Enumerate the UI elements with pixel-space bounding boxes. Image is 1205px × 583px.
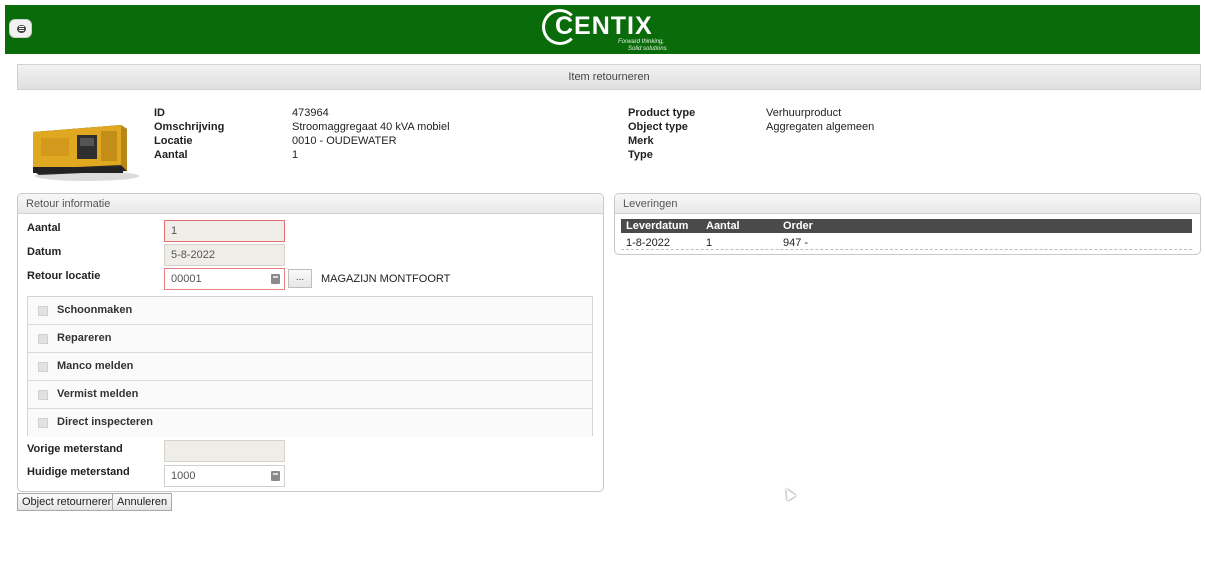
- option-label: Vermist melden: [57, 388, 139, 400]
- brand-label: Merk: [628, 135, 654, 147]
- option-schoonmaken[interactable]: Schoonmaken: [28, 297, 592, 325]
- annuleren-button[interactable]: Annuleren: [112, 493, 173, 511]
- logo-tagline: Forward thinking,: [618, 39, 665, 45]
- object-type-label: Object type: [628, 121, 688, 133]
- option-label: Direct inspecteren: [57, 416, 153, 428]
- locatie-lookup-button[interactable]: ...: [288, 269, 312, 288]
- product-type-label: Product type: [628, 107, 696, 119]
- table-cell-leverdatum: 1-8-2022: [626, 237, 671, 249]
- vorige-meterstand-label: Vorige meterstand: [27, 443, 123, 455]
- retour-locatie-name: MAGAZIJN MONTFOORT: [321, 273, 451, 285]
- option-vermist-melden[interactable]: Vermist melden: [28, 381, 592, 409]
- item-description-value: Stroomaggregaat 40 kVA mobiel: [292, 121, 450, 133]
- column-header[interactable]: Leverdatum: [626, 220, 688, 232]
- option-manco-melden[interactable]: Manco melden: [28, 353, 592, 381]
- top-bar: CENTIX Forward thinking, Solid solutions: [5, 5, 1200, 54]
- column-header[interactable]: Order: [783, 220, 813, 232]
- option-direct-inspecteren[interactable]: Direct inspecteren: [28, 409, 592, 437]
- options-list: Schoonmaken Repareren Manco melden Vermi…: [27, 296, 593, 437]
- page-title: Item retourneren: [17, 64, 1201, 90]
- type-label: Type: [628, 149, 653, 161]
- option-label: Schoonmaken: [57, 304, 133, 316]
- item-location-value: 0010 - OUDEWATER: [292, 135, 397, 147]
- huidige-meterstand-value: 1000: [171, 470, 196, 482]
- option-label: Repareren: [57, 332, 112, 344]
- product-type-value: Verhuurproduct: [766, 107, 842, 119]
- retour-panel-title: Retour informatie: [18, 194, 603, 214]
- item-quantity-value: 1: [292, 149, 299, 161]
- huidige-meterstand-field[interactable]: 1000: [164, 465, 285, 487]
- vorige-meterstand-field: [164, 440, 285, 462]
- checkbox[interactable]: [38, 306, 48, 316]
- option-label: Manco melden: [57, 360, 134, 372]
- table-cell-aantal: 1: [706, 237, 713, 249]
- leveringen-table-header: Leverdatum Aantal Order: [621, 219, 1192, 233]
- calculator-icon[interactable]: [271, 274, 280, 284]
- option-repareren[interactable]: Repareren: [28, 325, 592, 353]
- retour-locatie-field[interactable]: 00001: [164, 268, 285, 290]
- huidige-meterstand-label: Huidige meterstand: [27, 466, 130, 478]
- table-row-divider: [621, 249, 1192, 250]
- checkbox[interactable]: [38, 418, 48, 428]
- table-cell-order: 947 -: [783, 237, 809, 249]
- datum-field[interactable]: 5-8-2022: [164, 244, 285, 266]
- menu-icon[interactable]: [9, 19, 32, 38]
- checkbox[interactable]: [38, 390, 48, 400]
- generator-image: [17, 105, 141, 188]
- centix-logo: CENTIX Forward thinking, Solid solutions: [542, 9, 682, 52]
- calculator-icon[interactable]: [271, 471, 280, 481]
- datum-label: Datum: [27, 246, 62, 258]
- mouse-cursor-icon: [781, 486, 797, 501]
- aantal-label: Aantal: [27, 222, 61, 234]
- item-quantity-label: Aantal: [154, 149, 188, 161]
- aantal-field[interactable]: 1: [164, 220, 285, 242]
- retour-locatie-label: Retour locatie: [27, 270, 101, 282]
- retour-locatie-value: 00001: [171, 273, 202, 285]
- leveringen-panel-title: Leveringen: [615, 194, 1200, 214]
- object-retourneren-button[interactable]: Object retourneren: [17, 493, 119, 511]
- logo-text: CENTIX: [555, 12, 653, 40]
- item-id-label: ID: [154, 107, 165, 119]
- item-location-label: Locatie: [154, 135, 193, 147]
- logo-tagline: Solid solutions: [628, 46, 667, 52]
- item-description-label: Omschrijving: [154, 121, 225, 133]
- column-header[interactable]: Aantal: [706, 220, 740, 232]
- item-id-value: 473964: [292, 107, 329, 119]
- object-type-value: Aggregaten algemeen: [766, 121, 875, 133]
- checkbox[interactable]: [38, 362, 48, 372]
- checkbox[interactable]: [38, 334, 48, 344]
